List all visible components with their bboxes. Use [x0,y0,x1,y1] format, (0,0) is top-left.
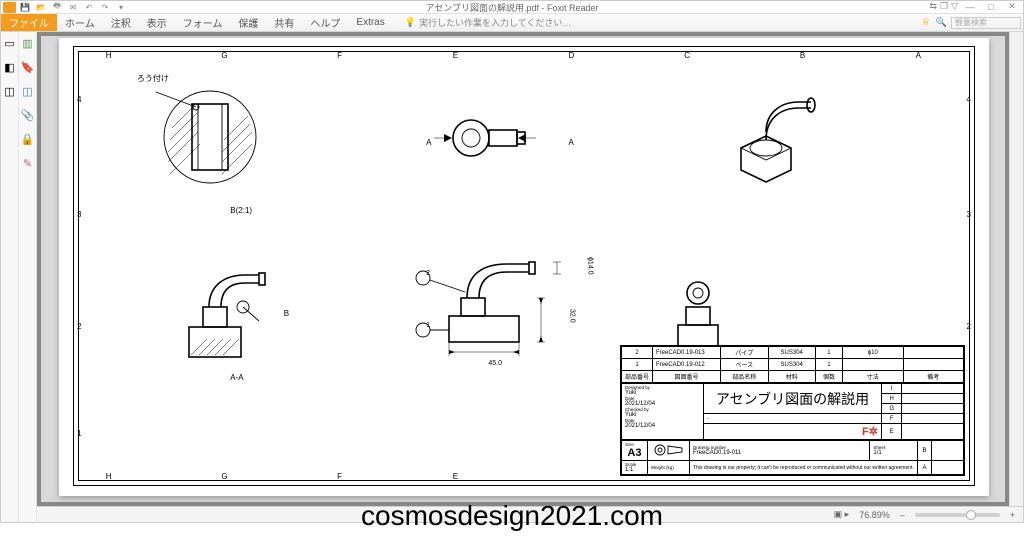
col-label: F [337,51,342,60]
maximize-button[interactable]: □ [982,1,1000,12]
ribbon-tab-home[interactable]: ホーム [57,14,103,31]
sheet-outer-border: H G F E D C B A H G F E 4 [73,46,975,486]
col-label: G [221,51,227,60]
front-view-dims [399,232,589,372]
dim-32: 32.0 [569,309,576,323]
sheet-inner-border: H G F E D C B A H G F E 4 [78,51,970,481]
qat-print-icon[interactable]: 🖶 [50,2,64,13]
row-label: 2 [77,322,81,331]
left-toolbar-commands: ▭ ◧ ◫ [1,32,19,522]
part-dwg: FreeCAD0.19-013 [653,347,721,359]
ribbon-tab-form[interactable]: フォーム [175,14,231,31]
col-label: G [221,472,227,481]
vertical-scrollbar[interactable] [1009,32,1023,506]
part-qty: 1 [815,347,842,359]
ribbon-tab-comment[interactable]: 注釈 [103,14,139,31]
title-block: 2 FreeCAD0.19-013 パイプ SUS304 1 ϕ10 1 [620,345,965,476]
detail-mark-b: B [284,309,289,318]
col-label: E [453,472,458,481]
qat-undo-icon[interactable]: ↶ [82,2,96,13]
row-label: 3 [77,210,81,219]
search-input[interactable]: 軽量検索 [951,17,1021,29]
app-window: 💾 📂 🖶 ✉ ↶ ↷ ▾ アセンブリ図面の解説用.pdf - Foxit Re… [0,0,1024,523]
part-spec: ϕ10 [843,347,903,359]
row-label: 3 [967,210,971,219]
close-button[interactable]: ✕ [1003,1,1021,12]
ribbon: ファイル ホーム 注釈 表示 フォーム 保護 共有 ヘルプ Extras 💡 実… [1,14,1023,32]
qat-open-icon[interactable]: 📂 [34,2,48,13]
dim-45: 45.0 [488,360,502,367]
section-label: A-A [230,373,243,382]
row-label: 4 [77,95,81,104]
ribbon-tab-file[interactable]: ファイル [1,14,57,31]
row-label: 1 [77,429,81,438]
minimize-button[interactable]: — [961,1,979,12]
watermark-text: cosmosdesign2021.com [0,500,1024,532]
pdf-page: H G F E D C B A H G F E 4 [59,38,989,496]
part-name: パイプ [721,347,768,359]
section-mark-a1: A [426,138,431,147]
page-area[interactable]: H G F E D C B A H G F E 4 [37,32,1023,522]
drawing-title: アセンブリ図面の解説用 [704,384,882,414]
ribbon-tab-extras[interactable]: Extras [348,14,392,31]
bulb-icon: 💡 [405,17,416,28]
tell-me-placeholder: 実行したい作業を入力してください… [419,16,571,29]
ribbon-tab-help[interactable]: ヘルプ [302,14,348,31]
part-mat: SUS304 [768,347,815,359]
tell-me-box[interactable]: 💡 実行したい作業を入力してください… [405,14,572,31]
ribbon-tab-share[interactable]: 共有 [266,14,302,31]
col-label: H [106,51,112,60]
titlebar-tri-icon[interactable]: ▽ [951,1,958,12]
title-bar: 💾 📂 🖶 ✉ ↶ ↷ ▾ アセンブリ図面の解説用.pdf - Foxit Re… [1,1,1023,14]
col-label: A [916,51,921,60]
row-label: 4 [967,95,971,104]
panel-sign-icon[interactable]: ✎ [21,156,35,170]
app-icon [3,2,16,13]
workspace: ▭ ◧ ◫ ▥ 🔖 ◫ 📎 🔒 ✎ H G F [1,32,1023,522]
col-label: C [684,51,690,60]
titlebar-share-icon[interactable]: ⇆ [929,1,937,12]
col-label: H [106,472,112,481]
isometric-view [711,78,831,178]
part-no: 2 [622,347,653,359]
panel-pages-icon[interactable]: ▥ [21,36,35,50]
col-label: B [800,51,805,60]
col-label: F [337,472,342,481]
search-glass-icon[interactable]: 🔍 [936,17,947,28]
col-label: E [453,51,458,60]
balloon-1: 1 [426,322,430,329]
quick-access-toolbar: 💾 📂 🖶 ✉ ↶ ↷ ▾ [1,2,128,13]
qat-redo-icon[interactable]: ↷ [98,2,112,13]
window-controls: ⇆ ❐ ▽ — □ ✕ [925,1,1021,12]
cmd-select-icon[interactable]: ◧ [3,60,17,74]
panel-bookmarks-icon[interactable]: 🔖 [21,60,35,74]
top-projection [426,108,546,168]
freecad-logo-icon: F✲ [862,426,878,438]
ribbon-tab-view[interactable]: 表示 [139,14,175,31]
panel-attach-icon[interactable]: 📎 [21,108,35,122]
section-a-a [159,257,289,367]
panel-lock-icon[interactable]: 🔒 [21,132,35,146]
brazing-label: ろう付け [137,73,169,84]
panel-thumbs-icon[interactable]: ◫ [21,84,35,98]
row-label: 2 [967,322,971,331]
dim-d14: ϕ14.0 [586,257,593,275]
titlebar-gear-icon[interactable]: ❐ [940,1,948,12]
qat-dropdown-icon[interactable]: ▾ [114,2,128,13]
crown-icon[interactable]: ♕ [920,17,932,29]
cmd-view-icon[interactable]: ◫ [3,84,17,98]
col-label: D [569,51,575,60]
cmd-hand-icon[interactable]: ▭ [3,36,17,50]
detail-scale-label: B(2:1) [230,206,252,215]
qat-mail-icon[interactable]: ✉ [66,2,80,13]
window-title: アセンブリ図面の解説用.pdf - Foxit Reader [1,1,1023,14]
ribbon-tab-protect[interactable]: 保護 [230,14,266,31]
section-mark-a2: A [569,138,574,147]
projection-symbol [647,441,689,461]
detail-b-view [150,82,270,202]
qat-save-icon[interactable]: 💾 [18,2,32,13]
left-toolbar-panels: ▥ 🔖 ◫ 📎 🔒 ✎ [19,32,37,522]
balloon-2: 2 [426,270,430,277]
